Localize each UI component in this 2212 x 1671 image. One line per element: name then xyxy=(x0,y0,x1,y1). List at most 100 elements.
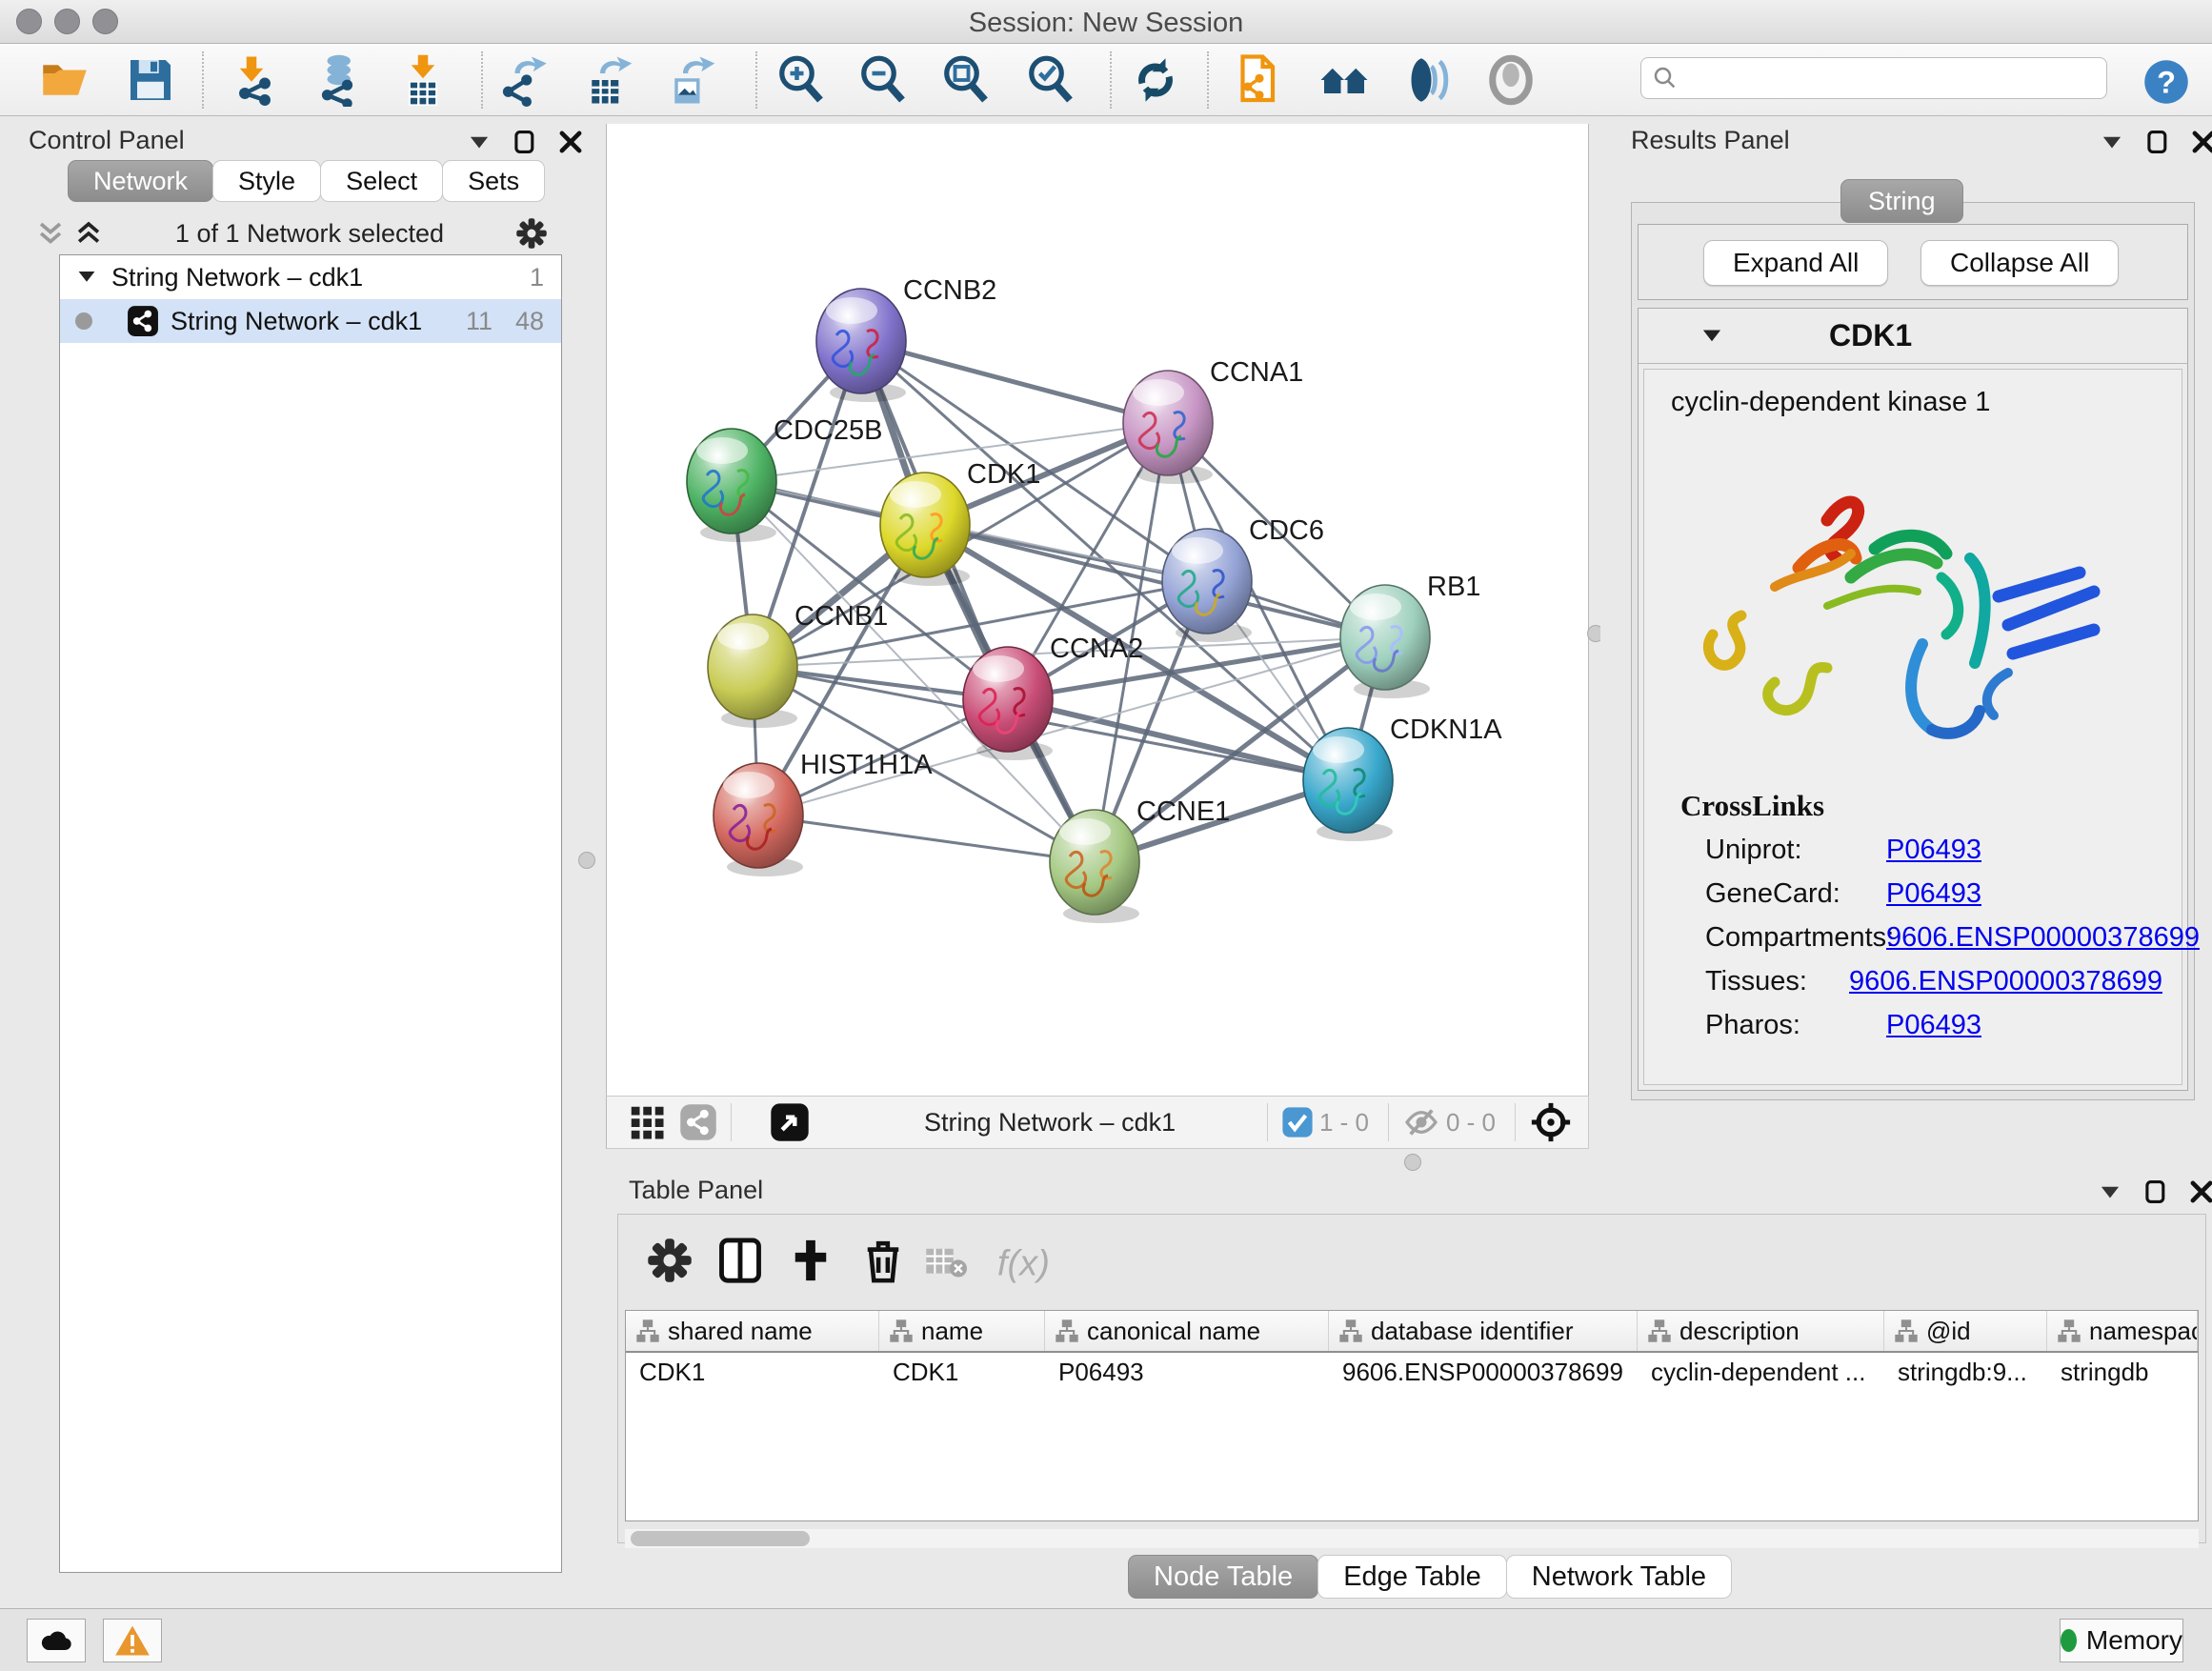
bottom-splitter-handle[interactable] xyxy=(1404,1154,1421,1171)
add-column-icon[interactable] xyxy=(786,1236,835,1285)
warnings-button[interactable] xyxy=(103,1619,162,1662)
delete-table-icon[interactable] xyxy=(925,1245,967,1279)
delete-column-icon[interactable] xyxy=(858,1236,908,1285)
node-CCNB1[interactable]: CCNB1 xyxy=(708,601,888,728)
chevron-double-down-icon[interactable] xyxy=(34,219,67,248)
crosslink-link[interactable]: P06493 xyxy=(1886,878,1981,910)
string-document-icon[interactable] xyxy=(1233,53,1286,107)
tab-style[interactable]: Style xyxy=(212,160,321,202)
help-icon[interactable]: ? xyxy=(2142,57,2195,111)
zoom-fit-icon[interactable] xyxy=(938,53,992,107)
tab-select[interactable]: Select xyxy=(320,160,443,202)
save-session-icon[interactable] xyxy=(124,53,177,107)
close-panel-icon[interactable] xyxy=(558,130,583,154)
gear-icon[interactable] xyxy=(514,216,549,251)
node-CCNA2[interactable]: CCNA2 xyxy=(963,634,1143,760)
function-builder-icon[interactable]: f(x) xyxy=(992,1241,1076,1287)
crosslink-link[interactable]: P06493 xyxy=(1886,1010,1981,1041)
section-expander-icon[interactable] xyxy=(1699,324,1724,349)
edge-CCNA2-CDKN1A[interactable] xyxy=(1008,699,1348,780)
crosshair-icon[interactable] xyxy=(1529,1100,1573,1144)
table-horizontal-scrollbar[interactable] xyxy=(625,1529,2199,1548)
node-HIST1H1A[interactable]: HIST1H1A xyxy=(714,750,933,876)
node-CDKN1A[interactable]: CDKN1A xyxy=(1303,715,1502,841)
home-icon[interactable] xyxy=(1317,53,1371,107)
column-header-namespace[interactable]: namespace xyxy=(2047,1311,2198,1351)
eye-orb-icon[interactable] xyxy=(1484,53,1538,107)
network-collection-row[interactable]: String Network – cdk1 1 xyxy=(60,255,561,299)
zoom-in-icon[interactable] xyxy=(774,53,827,107)
chevron-double-up-icon[interactable] xyxy=(72,219,105,248)
tab-string[interactable]: String xyxy=(1840,179,1963,223)
zoom-selected-icon[interactable] xyxy=(1023,53,1076,107)
close-panel-icon[interactable] xyxy=(2191,130,2212,154)
gene-section-header[interactable]: CDK1 xyxy=(1639,309,2187,364)
float-panel-icon[interactable] xyxy=(2145,130,2170,154)
cell-namespace[interactable]: stringdb xyxy=(2047,1353,2198,1391)
crosslink-link[interactable]: 9606.ENSP00000378699 xyxy=(1886,922,2200,954)
export-table-icon[interactable] xyxy=(580,53,633,107)
node-CCNE1[interactable]: CCNE1 xyxy=(1050,796,1230,923)
network-graph[interactable]: CCNB2CCNA1CDC25BCDK1CDC6RB1CCNB1CCNA2CDK… xyxy=(607,124,1590,1096)
column-header-name[interactable]: name xyxy=(879,1311,1045,1351)
hide-unhide-icon[interactable] xyxy=(1401,53,1455,107)
column-header-description[interactable]: description xyxy=(1638,1311,1884,1351)
close-panel-icon[interactable] xyxy=(2189,1179,2212,1204)
scrollbar-thumb[interactable] xyxy=(631,1531,810,1546)
network-view-canvas[interactable]: CCNB2CCNA1CDC25BCDK1CDC6RB1CCNB1CCNA2CDK… xyxy=(606,124,1589,1096)
cell-database-identifier[interactable]: 9606.ENSP00000378699 xyxy=(1329,1353,1638,1391)
network-row[interactable]: String Network – cdk1 11 48 xyxy=(60,299,561,343)
tab-sets[interactable]: Sets xyxy=(442,160,545,202)
tab-network[interactable]: Network xyxy=(68,160,213,202)
search-box[interactable] xyxy=(1640,57,2107,99)
import-table-icon[interactable] xyxy=(396,53,450,107)
float-panel-icon[interactable] xyxy=(513,130,537,154)
node-CDK1[interactable]: CDK1 xyxy=(880,459,1040,586)
import-network-file-icon[interactable] xyxy=(231,53,285,107)
collapse-panel-icon[interactable] xyxy=(2100,130,2124,154)
birdseye-icon[interactable] xyxy=(770,1102,810,1142)
export-network-icon[interactable] xyxy=(498,53,552,107)
edge-RB1-HIST1H1A[interactable] xyxy=(758,637,1385,815)
edge-CCNE1-HIST1H1A[interactable] xyxy=(758,815,1095,862)
table-row[interactable]: CDK1CDK1P064939606.ENSP00000378699cyclin… xyxy=(626,1353,2198,1391)
crosslink-link[interactable]: P06493 xyxy=(1886,835,1981,866)
zoom-out-icon[interactable] xyxy=(855,53,909,107)
memory-button[interactable]: Memory xyxy=(2060,1619,2183,1662)
left-splitter-handle[interactable] xyxy=(578,852,595,869)
collapse-all-button[interactable]: Collapse All xyxy=(1920,240,2119,286)
collapse-panel-icon[interactable] xyxy=(2098,1179,2122,1204)
hidden-eye-icon[interactable] xyxy=(1402,1103,1440,1141)
cell-description[interactable]: cyclin-dependent ... xyxy=(1638,1353,1884,1391)
tab-edge-table[interactable]: Edge Table xyxy=(1317,1555,1507,1599)
tab-node-table[interactable]: Node Table xyxy=(1128,1555,1318,1599)
column-header-shared-name[interactable]: shared name xyxy=(626,1311,879,1351)
column-header-@id[interactable]: @id xyxy=(1884,1311,2047,1351)
search-input[interactable] xyxy=(1679,63,2106,94)
export-image-icon[interactable] xyxy=(663,53,716,107)
tab-network-table[interactable]: Network Table xyxy=(1506,1555,1732,1599)
column-header-database-identifier[interactable]: database identifier xyxy=(1329,1311,1638,1351)
float-panel-icon[interactable] xyxy=(2143,1179,2168,1204)
crosslink-link[interactable]: 9606.ENSP00000378699 xyxy=(1849,966,2162,997)
cell-name[interactable]: CDK1 xyxy=(879,1353,1045,1391)
import-network-database-icon[interactable] xyxy=(311,53,364,107)
refresh-icon[interactable] xyxy=(1129,53,1182,107)
selected-checkbox-icon[interactable] xyxy=(1281,1106,1314,1138)
show-columns-icon[interactable] xyxy=(715,1236,765,1285)
share-view-icon[interactable] xyxy=(679,1103,717,1141)
expand-all-button[interactable]: Expand All xyxy=(1703,240,1888,286)
collapse-panel-icon[interactable] xyxy=(467,130,492,154)
cell-canonical-name[interactable]: P06493 xyxy=(1045,1353,1329,1391)
cell-shared-name[interactable]: CDK1 xyxy=(626,1353,879,1391)
column-header-canonical-name[interactable]: canonical name xyxy=(1045,1311,1329,1351)
node-CDC6[interactable]: CDC6 xyxy=(1162,515,1324,642)
grid-view-icon[interactable] xyxy=(628,1103,666,1141)
node-RB1[interactable]: RB1 xyxy=(1340,572,1480,698)
automation-cloud-button[interactable] xyxy=(27,1619,86,1662)
open-session-icon[interactable] xyxy=(38,53,91,107)
gear-icon[interactable] xyxy=(645,1236,694,1285)
tree-expander-icon[interactable] xyxy=(75,266,98,289)
cell-@id[interactable]: stringdb:9... xyxy=(1884,1353,2047,1391)
node-CCNA1[interactable]: CCNA1 xyxy=(1123,357,1303,484)
